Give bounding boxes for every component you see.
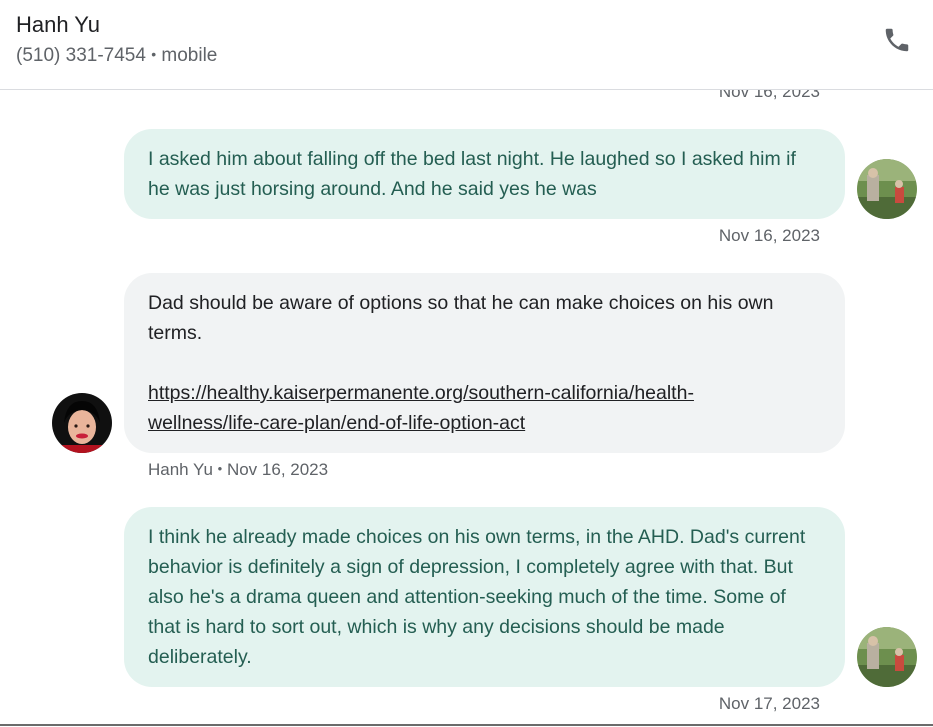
message-timestamp: Nov 17, 2023 bbox=[718, 694, 820, 713]
bottom-divider bbox=[0, 724, 933, 726]
outgoing-message-bubble[interactable]: I asked him about falling off the bed la… bbox=[124, 129, 845, 219]
contact-avatar bbox=[52, 393, 112, 453]
separator-dot: • bbox=[151, 46, 157, 62]
landscape-photo-icon bbox=[857, 159, 917, 219]
phone-number: (510) 331-7454 bbox=[16, 45, 146, 66]
person-photo-icon bbox=[52, 393, 112, 453]
message-text: Dad should be aware of options so that h… bbox=[148, 292, 774, 344]
call-button[interactable] bbox=[875, 18, 919, 62]
message-text: I asked him about falling off the bed la… bbox=[148, 148, 796, 200]
message-thread[interactable]: Nov 16, 2023 I asked him about falling o… bbox=[0, 90, 933, 725]
landscape-photo-icon bbox=[857, 627, 917, 687]
outgoing-message-bubble[interactable]: I think he already made choices on his o… bbox=[124, 507, 845, 687]
message-timestamp: Nov 16, 2023 bbox=[226, 460, 329, 479]
phone-type: mobile bbox=[161, 45, 218, 66]
message-link-continued[interactable]: wellness/life-care-plan/end-of-life-opti… bbox=[148, 412, 525, 434]
message-timestamp: Nov 16, 2023 bbox=[718, 90, 820, 101]
my-avatar bbox=[857, 159, 917, 219]
contact-details: (510) 331-7454 • mobile bbox=[16, 45, 217, 67]
my-avatar bbox=[857, 627, 917, 687]
message-text: I think he already made choices on his o… bbox=[148, 526, 806, 668]
phone-icon bbox=[885, 28, 909, 52]
conversation-header: Hanh Yu (510) 331-7454 • mobile bbox=[0, 0, 933, 90]
message-link[interactable]: https://healthy.kaiserpermanente.org/sou… bbox=[148, 382, 694, 404]
message-timestamp: Nov 16, 2023 bbox=[718, 226, 820, 245]
contact-name: Hanh Yu bbox=[16, 12, 101, 37]
message-sender-meta: Hanh Yu • Nov 16, 2023 bbox=[148, 460, 329, 479]
incoming-message-bubble[interactable]: Dad should be aware of options so that h… bbox=[124, 273, 845, 453]
sender-name: Hanh Yu bbox=[148, 460, 213, 479]
